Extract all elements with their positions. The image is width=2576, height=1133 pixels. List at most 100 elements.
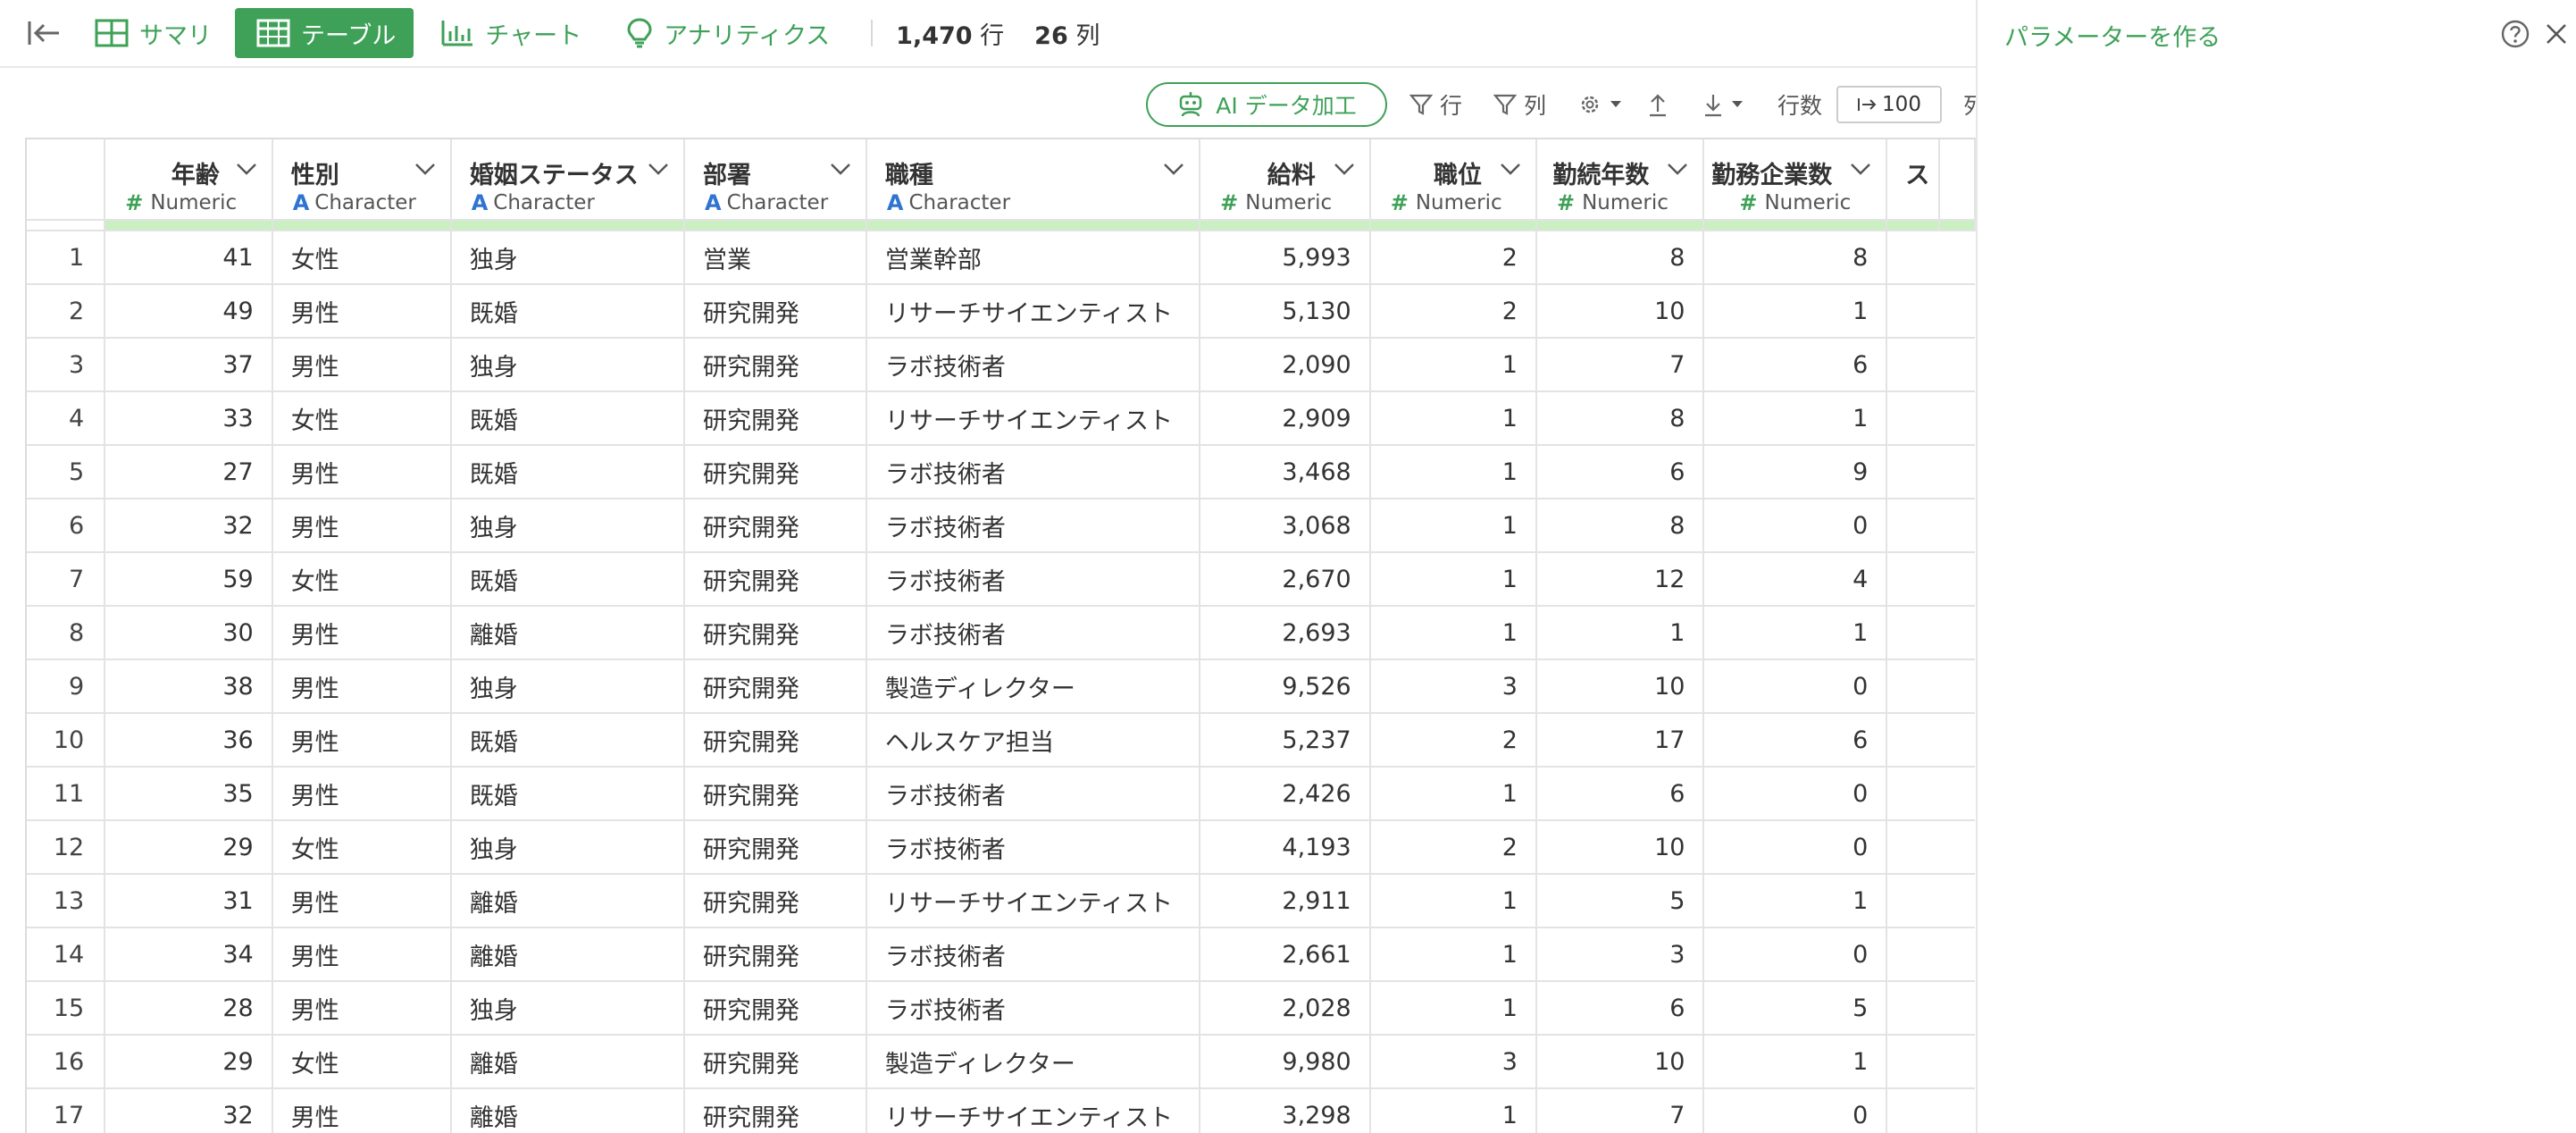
table-cell[interactable]: 0 bbox=[1703, 767, 1888, 821]
table-cell[interactable]: 研究開発 bbox=[684, 820, 867, 875]
table-cell[interactable]: 1 bbox=[1369, 391, 1537, 446]
chevron-down-icon[interactable] bbox=[414, 163, 436, 175]
table-cell[interactable]: 製造ディレクター bbox=[866, 1035, 1201, 1089]
table-cell[interactable]: ラボ技術者 bbox=[866, 552, 1201, 607]
table-row[interactable]: 11 35 男性 既婚 研究開発 ラボ技術者 2,426 1 6 0 bbox=[27, 767, 1975, 821]
table-cell[interactable]: 既婚 bbox=[450, 391, 686, 446]
table-cell[interactable]: 2,911 bbox=[1200, 874, 1371, 928]
table-cell[interactable]: 9,526 bbox=[1200, 659, 1371, 714]
table-row[interactable]: 5 27 男性 既婚 研究開発 ラボ技術者 3,468 1 6 9 bbox=[27, 445, 1975, 499]
table-row[interactable]: 6 32 男性 独身 研究開発 ラボ技術者 3,068 1 8 0 bbox=[27, 499, 1975, 553]
chevron-down-icon[interactable] bbox=[1334, 163, 1355, 175]
table-cell[interactable]: 3 bbox=[1535, 927, 1705, 982]
table-cell[interactable]: 男性 bbox=[272, 445, 452, 499]
table-cell[interactable]: 34 bbox=[105, 927, 273, 982]
table-cell[interactable]: 研究開発 bbox=[684, 552, 867, 607]
table-cell[interactable]: 9,980 bbox=[1200, 1035, 1371, 1089]
table-cell[interactable]: 37 bbox=[105, 338, 273, 392]
table-cell[interactable]: 6 bbox=[1535, 767, 1705, 821]
table-cell[interactable]: 12 bbox=[1535, 552, 1705, 607]
table-cell[interactable]: 独身 bbox=[450, 981, 686, 1036]
column-header-job-level[interactable]: 職位 # Numeric bbox=[1369, 139, 1537, 221]
table-cell[interactable]: ラボ技術者 bbox=[866, 767, 1201, 821]
table-cell[interactable]: 離婚 bbox=[450, 874, 686, 928]
table-cell[interactable]: 0 bbox=[1703, 659, 1888, 714]
table-cell[interactable]: ヘルスケア担当 bbox=[866, 713, 1201, 768]
table-cell[interactable]: 1 bbox=[1369, 338, 1537, 392]
column-header-salary[interactable]: 給料 # Numeric bbox=[1200, 139, 1371, 221]
table-cell[interactable]: 研究開発 bbox=[684, 981, 867, 1036]
table-cell[interactable]: 男性 bbox=[272, 767, 452, 821]
table-cell[interactable]: 27 bbox=[105, 445, 273, 499]
table-row[interactable]: 4 33 女性 既婚 研究開発 リサーチサイエンティスト 2,909 1 8 1 bbox=[27, 391, 1975, 446]
table-cell[interactable]: 59 bbox=[105, 552, 273, 607]
table-cell[interactable]: 独身 bbox=[450, 820, 686, 875]
table-cell[interactable]: 38 bbox=[105, 659, 273, 714]
table-cell[interactable]: 0 bbox=[1703, 499, 1888, 553]
row-filter-button[interactable]: 行 bbox=[1409, 82, 1462, 127]
table-cell[interactable]: 10 bbox=[1535, 1035, 1705, 1089]
table-cell[interactable]: 研究開発 bbox=[684, 1035, 867, 1089]
table-cell[interactable]: 3 bbox=[1369, 1035, 1537, 1089]
table-cell[interactable]: 1 bbox=[1703, 284, 1888, 339]
settings-dropdown[interactable] bbox=[1577, 82, 1629, 127]
table-cell[interactable]: 男性 bbox=[272, 338, 452, 392]
table-cell[interactable]: 1 bbox=[1703, 391, 1888, 446]
table-cell[interactable]: 3 bbox=[1369, 659, 1537, 714]
close-button[interactable] bbox=[2540, 18, 2572, 50]
table-row[interactable]: 9 38 男性 独身 研究開発 製造ディレクター 9,526 3 10 0 bbox=[27, 659, 1975, 714]
table-cell[interactable]: 10 bbox=[1535, 659, 1705, 714]
table-cell[interactable]: 離婚 bbox=[450, 1035, 686, 1089]
tab-table[interactable]: テーブル bbox=[235, 8, 414, 58]
table-cell[interactable]: 1 bbox=[1703, 606, 1888, 660]
table-cell[interactable]: 独身 bbox=[450, 231, 686, 285]
table-cell[interactable]: 6 bbox=[1535, 981, 1705, 1036]
table-cell[interactable]: 3,298 bbox=[1200, 1088, 1371, 1133]
table-cell[interactable]: 1 bbox=[1369, 445, 1537, 499]
table-cell[interactable]: 研究開発 bbox=[684, 767, 867, 821]
table-cell[interactable]: 研究開発 bbox=[684, 284, 867, 339]
table-cell[interactable]: 30 bbox=[105, 606, 273, 660]
table-cell[interactable]: 男性 bbox=[272, 499, 452, 553]
table-cell[interactable]: 独身 bbox=[450, 338, 686, 392]
table-cell[interactable]: 既婚 bbox=[450, 713, 686, 768]
table-cell[interactable]: 男性 bbox=[272, 606, 452, 660]
table-cell[interactable]: 男性 bbox=[272, 713, 452, 768]
table-cell[interactable]: 既婚 bbox=[450, 445, 686, 499]
column-header-job-role[interactable]: 職種 A Character bbox=[866, 139, 1201, 221]
column-header-truncated[interactable]: ス bbox=[1886, 139, 1940, 221]
table-cell[interactable]: 1 bbox=[1369, 552, 1537, 607]
table-cell[interactable]: 28 bbox=[105, 981, 273, 1036]
table-cell[interactable]: 営業幹部 bbox=[866, 231, 1201, 285]
table-cell[interactable]: 1 bbox=[1369, 874, 1537, 928]
table-cell[interactable]: 6 bbox=[1703, 338, 1888, 392]
table-cell[interactable]: リサーチサイエンティスト bbox=[866, 874, 1201, 928]
table-cell[interactable]: 営業 bbox=[684, 231, 867, 285]
table-cell[interactable]: 離婚 bbox=[450, 606, 686, 660]
table-cell[interactable]: 7 bbox=[1535, 1088, 1705, 1133]
table-cell[interactable]: 3,068 bbox=[1200, 499, 1371, 553]
chevron-down-icon[interactable] bbox=[830, 163, 851, 175]
table-cell[interactable]: 1 bbox=[1369, 927, 1537, 982]
table-cell[interactable]: 研究開発 bbox=[684, 659, 867, 714]
table-cell[interactable]: 女性 bbox=[272, 391, 452, 446]
table-cell[interactable]: 1 bbox=[1369, 499, 1537, 553]
table-cell[interactable]: 研究開発 bbox=[684, 927, 867, 982]
table-cell[interactable]: 33 bbox=[105, 391, 273, 446]
table-cell[interactable]: 32 bbox=[105, 499, 273, 553]
table-cell[interactable]: 29 bbox=[105, 1035, 273, 1089]
table-row[interactable]: 15 28 男性 独身 研究開発 ラボ技術者 2,028 1 6 5 bbox=[27, 981, 1975, 1036]
table-cell[interactable]: 女性 bbox=[272, 820, 452, 875]
table-cell[interactable]: 1 bbox=[1369, 767, 1537, 821]
table-cell[interactable]: 既婚 bbox=[450, 284, 686, 339]
chevron-down-icon[interactable] bbox=[1667, 163, 1688, 175]
table-cell[interactable]: 2,909 bbox=[1200, 391, 1371, 446]
table-cell[interactable]: 5,993 bbox=[1200, 231, 1371, 285]
help-button[interactable] bbox=[2499, 18, 2531, 50]
table-cell[interactable]: 10 bbox=[1535, 284, 1705, 339]
table-cell[interactable]: 女性 bbox=[272, 231, 452, 285]
table-cell[interactable]: 1 bbox=[1703, 874, 1888, 928]
table-cell[interactable]: 男性 bbox=[272, 981, 452, 1036]
table-cell[interactable]: 5,237 bbox=[1200, 713, 1371, 768]
collapse-back-button[interactable] bbox=[20, 9, 68, 57]
